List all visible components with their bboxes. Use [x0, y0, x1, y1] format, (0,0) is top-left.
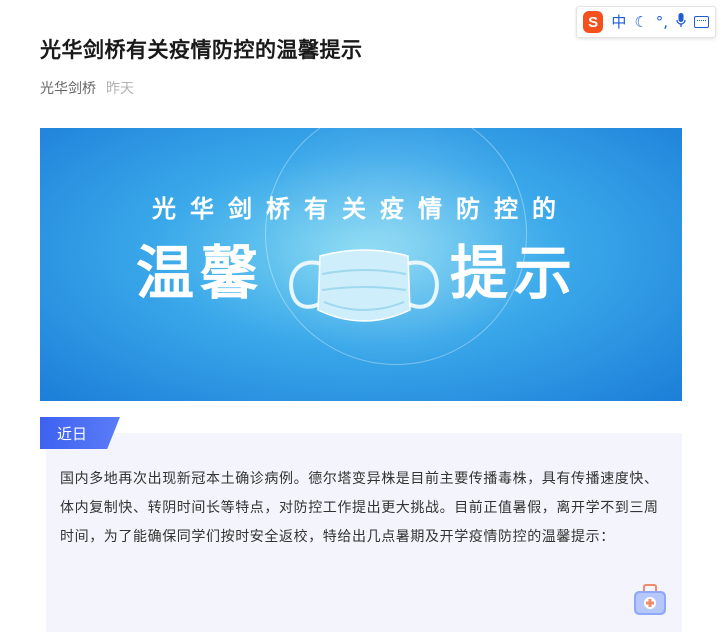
section-tag: 近日 [40, 417, 120, 449]
banner-subtitle: 光华剑桥有关疫情防控的 [152, 195, 570, 223]
face-mask-icon [289, 249, 439, 322]
moon-icon[interactable]: ☾ [634, 14, 647, 30]
banner-title-left: 温馨 [136, 239, 265, 307]
section-tag-label: 近日 [57, 425, 88, 443]
microphone-icon[interactable] [676, 13, 686, 31]
keyboard-icon[interactable] [694, 16, 709, 28]
author-link[interactable]: 光华剑桥 [40, 81, 96, 97]
article-title: 光华剑桥有关疫情防控的温馨提示 [40, 38, 363, 62]
section-body: 国内多地再次出现新冠本土确诊病例。德尔塔变异株是目前主要传播毒株，具有传播速度快… [60, 471, 659, 545]
banner-image: 光华剑桥有关疫情防控的 温馨 提示 [40, 128, 682, 401]
publish-date: 昨天 [106, 81, 134, 97]
sogou-logo-icon[interactable]: S [583, 11, 604, 33]
banner-title-right: 提示 [450, 239, 579, 307]
medical-kit-icon [634, 584, 666, 615]
ime-toolbar[interactable]: S 中 ☾ °, [576, 6, 716, 38]
punctuation-toggle[interactable]: °, [656, 14, 668, 30]
article-meta: 光华剑桥 昨天 [40, 78, 134, 98]
ime-mode-toggle[interactable]: 中 [611, 14, 626, 30]
content-card: 国内多地再次出现新冠本土确诊病例。德尔塔变异株是目前主要传播毒株，具有传播速度快… [46, 433, 682, 632]
